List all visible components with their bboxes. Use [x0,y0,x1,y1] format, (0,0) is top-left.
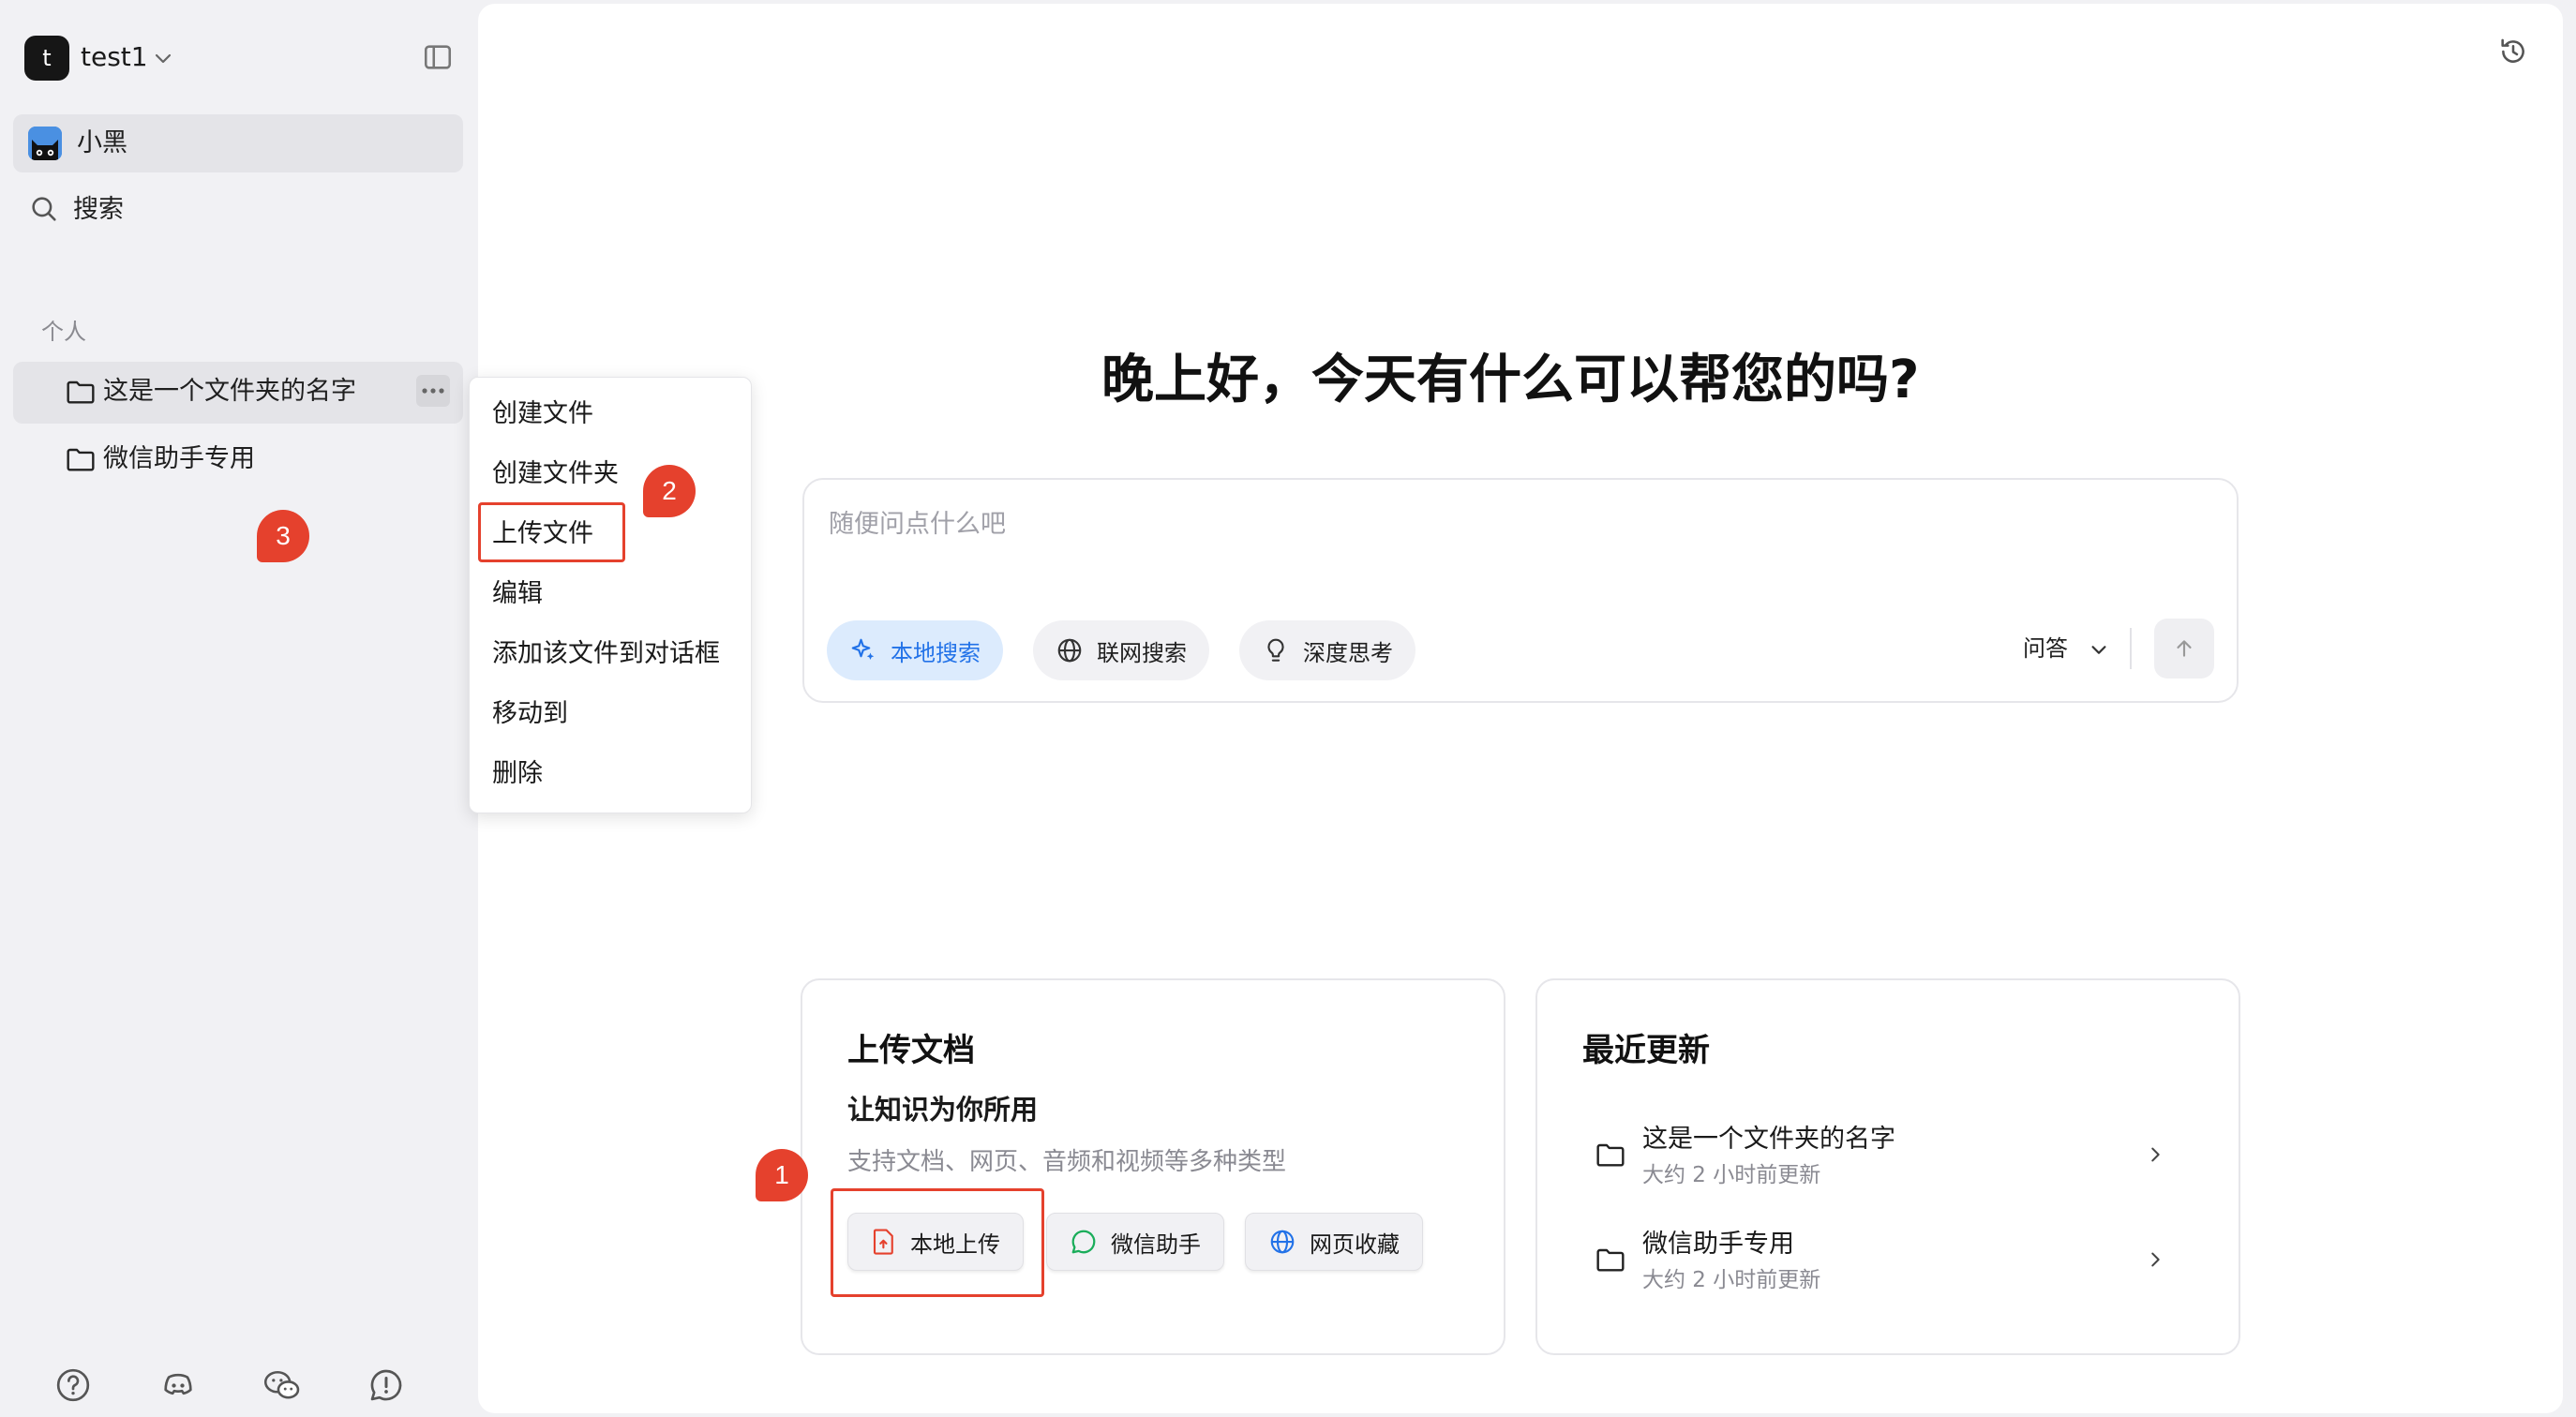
sparkle-icon [849,636,877,664]
globe-icon [1056,636,1084,664]
recent-item-time: 大约 2 小时前更新 [1642,1268,1821,1292]
main-panel [478,4,2563,1413]
chevron-right-icon[interactable] [2145,1248,2165,1271]
sidebar-toggle-icon[interactable] [422,41,454,73]
folder-icon [1595,1141,1625,1168]
folder-icon [66,379,96,405]
sidebar [0,0,478,1417]
divider [2130,628,2132,669]
sidebar-folder-item[interactable]: 微信助手专用 [103,441,255,477]
folder-context-menu: 创建文件 创建文件夹 上传文件 编辑 添加该文件到对话框 移动到 删除 [469,377,752,813]
chevron-down-icon[interactable] [2089,639,2109,660]
sidebar-item-agent-label: 小黑 [77,128,127,157]
wechat-assistant-button[interactable]: 微信助手 [1046,1213,1224,1271]
section-label-personal: 个人 [41,319,86,345]
sidebar-folder-label: 这是一个文件夹的名字 [103,377,356,406]
feedback-icon[interactable] [367,1366,405,1404]
web-bookmark-button[interactable]: 网页收藏 [1245,1213,1423,1271]
history-icon[interactable] [2497,36,2529,67]
step-badge-3: 3 [257,510,309,562]
chat-bubble-icon [1070,1228,1098,1256]
help-icon[interactable] [54,1366,92,1404]
chevron-down-icon[interactable] [152,47,174,69]
deep-think-toggle[interactable]: 深度思考 [1239,620,1415,680]
recent-card-title: 最近更新 [1582,1032,1710,1069]
web-search-toggle[interactable]: 联网搜索 [1033,620,1209,680]
send-button[interactable] [2154,619,2214,679]
discord-icon[interactable] [159,1366,197,1404]
web-bookmark-label: 网页收藏 [1310,1231,1400,1258]
chat-input[interactable] [829,502,2141,545]
greeting-title: 晚上好，今天有什么可以帮您的吗? [1101,350,1920,410]
workspace-avatar[interactable]: t [24,36,69,81]
menu-item-move-to[interactable]: 移动到 [492,696,568,732]
arrow-up-icon [2172,636,2196,661]
more-options-icon[interactable] [416,375,450,407]
step-badge-1: 1 [756,1149,808,1201]
upload-card-title: 上传文档 [847,1032,975,1069]
menu-item-edit[interactable]: 编辑 [492,576,543,612]
recent-item-name: 微信助手专用 [1642,1230,1794,1259]
wechat-icon[interactable] [262,1366,302,1404]
sidebar-search[interactable]: 搜索 [73,192,124,228]
agent-cat-icon [28,127,62,160]
upload-card-subtitle: 让知识为你所用 [847,1094,1039,1126]
chevron-right-icon[interactable] [2145,1143,2165,1166]
mode-select[interactable]: 问答 [2023,633,2068,664]
lightbulb-icon [1262,636,1290,664]
recent-item-time: 大约 2 小时前更新 [1642,1163,1821,1187]
highlight-box-local-upload [831,1188,1044,1297]
folder-icon [1595,1246,1625,1273]
workspace-name[interactable]: test1 [81,39,148,75]
deep-think-label: 深度思考 [1303,639,1393,666]
globe-icon [1268,1228,1296,1256]
web-search-label: 联网搜索 [1097,639,1187,666]
menu-item-delete[interactable]: 删除 [492,756,543,792]
menu-item-create-folder[interactable]: 创建文件夹 [492,456,619,492]
folder-icon [66,446,96,472]
recent-item-name: 这是一个文件夹的名字 [1642,1125,1895,1154]
menu-item-create-file[interactable]: 创建文件 [492,396,593,432]
step-badge-2: 2 [643,465,696,517]
local-search-label: 本地搜索 [891,639,981,666]
search-icon[interactable] [28,193,60,225]
upload-card-description: 支持文档、网页、音频和视频等多种类型 [847,1148,1287,1176]
local-search-toggle[interactable]: 本地搜索 [827,620,1003,680]
menu-item-add-to-chat[interactable]: 添加该文件到对话框 [492,636,720,672]
wechat-assistant-label: 微信助手 [1111,1231,1201,1258]
highlight-box-upload-file [478,502,625,562]
